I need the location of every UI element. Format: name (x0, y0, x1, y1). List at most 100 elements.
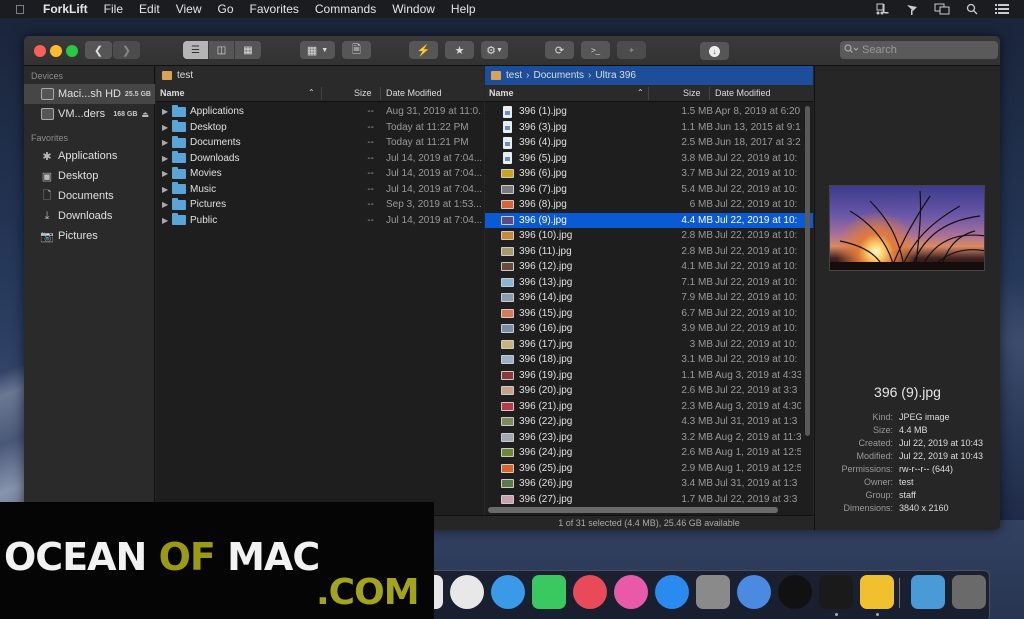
disclosure-triangle-icon[interactable]: ▶ (162, 216, 168, 225)
new-file-button[interactable]: 🗎 (342, 41, 371, 59)
transfers-button[interactable]: ↓ (700, 42, 729, 60)
menu-edit[interactable]: Edit (139, 2, 160, 16)
icon-view-button[interactable]: ▦ (235, 41, 261, 59)
screen-mirroring-icon[interactable] (934, 3, 950, 15)
transmit-app-dock-icon[interactable] (778, 575, 812, 609)
table-row[interactable]: 396 (22).jpg 4.3 MB Jul 31, 2019 at 1:3 (485, 414, 813, 430)
close-window-button[interactable] (34, 45, 46, 57)
disclosure-triangle-icon[interactable]: ▶ (162, 185, 168, 194)
size-column-header[interactable]: Size (354, 88, 372, 98)
group-by-button[interactable]: ▦ ▼ (300, 41, 335, 59)
disclosure-triangle-icon[interactable]: ▶ (162, 200, 168, 209)
zoom-window-button[interactable] (66, 45, 78, 57)
sidebar-device-vm-folders[interactable]: VM...ders 168 GB ⏏ (24, 104, 155, 124)
table-row[interactable]: 396 (6).jpg 3.7 MB Jul 22, 2019 at 10: (485, 166, 813, 182)
path-segment[interactable]: test (506, 70, 522, 81)
table-row[interactable]: 396 (5).jpg 3.8 MB Jul 22, 2019 at 10: (485, 151, 813, 167)
favorites-button[interactable]: ★ (445, 41, 474, 59)
path-segment[interactable]: Documents (533, 70, 584, 81)
table-row[interactable]: 396 (27).jpg 1.7 MB Jul 22, 2019 at 3:3 (485, 492, 813, 508)
table-row[interactable]: ▶ Desktop -- Today at 11:22 PM (156, 120, 484, 136)
trash-dock-icon[interactable] (952, 575, 986, 609)
menu-help[interactable]: Help (451, 2, 476, 16)
path-segment[interactable]: test (177, 70, 193, 81)
sidebar-item-desktop[interactable]: ▣ Desktop (24, 166, 155, 186)
table-row[interactable]: 396 (14).jpg 7.9 MB Jul 22, 2019 at 10: (485, 290, 813, 306)
menu-commands[interactable]: Commands (315, 2, 376, 16)
sidebar-item-applications[interactable]: ✱ Applications (24, 146, 155, 166)
system-preferences-dock-icon[interactable] (696, 575, 730, 609)
table-row[interactable]: 396 (16).jpg 3.9 MB Jul 22, 2019 at 10: (485, 321, 813, 337)
quick-open-button[interactable]: ⚡ (409, 41, 438, 59)
table-row[interactable]: ▶ Public -- Jul 14, 2019 at 7:04... (156, 213, 484, 229)
table-row[interactable]: 396 (21).jpg 2.3 MB Aug 3, 2019 at 4:30 (485, 399, 813, 415)
terminal-button[interactable]: >_ (581, 41, 610, 59)
sidebar-device-macintosh-hd[interactable]: Maci...sh HD 25.5 GB (24, 84, 155, 104)
table-row[interactable]: 396 (15).jpg 6.7 MB Jul 22, 2019 at 10: (485, 306, 813, 322)
table-row[interactable]: 396 (9).jpg 4.4 MB Jul 22, 2019 at 10: (485, 212, 813, 228)
forward-button[interactable]: ❯ (113, 41, 140, 59)
table-row[interactable]: ▶ Music -- Jul 14, 2019 at 7:04... (156, 182, 484, 198)
satellite-dish-icon[interactable] (904, 3, 920, 15)
table-row[interactable]: ▶ Movies -- Jul 14, 2019 at 7:04... (156, 166, 484, 182)
menu-app-name[interactable]: ForkLift (43, 2, 88, 16)
right-horizontal-scrollbar[interactable] (488, 507, 778, 513)
list-view-button[interactable]: ☰ (183, 41, 209, 59)
spotlight-search-icon[interactable] (964, 3, 980, 15)
table-row[interactable]: 396 (7).jpg 5.4 MB Jul 22, 2019 at 10: (485, 182, 813, 198)
right-vertical-scrollbar[interactable] (805, 106, 810, 436)
table-row[interactable]: 396 (3).jpg 1.1 MB Jun 13, 2015 at 9:1 (485, 120, 813, 136)
disclosure-triangle-icon[interactable]: ▶ (162, 154, 168, 163)
table-row[interactable]: 396 (17).jpg 3 MB Jul 22, 2019 at 10: (485, 337, 813, 353)
menu-view[interactable]: View (176, 2, 202, 16)
disclosure-triangle-icon[interactable]: ▶ (162, 169, 168, 178)
apple-menu-icon[interactable]:  (15, 2, 29, 17)
migration-app-dock-icon[interactable] (737, 575, 771, 609)
itunes-dock-icon[interactable] (614, 575, 648, 609)
forklift-icon[interactable] (874, 3, 890, 15)
menu-window[interactable]: Window (392, 2, 435, 16)
app-store-dock-icon[interactable] (655, 575, 689, 609)
size-column-header[interactable]: Size (683, 88, 701, 98)
photos-dock-icon[interactable] (450, 575, 484, 609)
table-row[interactable]: 396 (10).jpg 2.8 MB Jul 22, 2019 at 10: (485, 228, 813, 244)
forklift-dock-icon[interactable] (860, 575, 894, 609)
table-row[interactable]: 396 (8).jpg 6 MB Jul 22, 2019 at 10: (485, 197, 813, 213)
menu-favorites[interactable]: Favorites (250, 2, 299, 16)
table-row[interactable]: ▶ Documents -- Today at 11:21 PM (156, 135, 484, 151)
minimize-window-button[interactable] (50, 45, 62, 57)
date-column-header[interactable]: Date Modified (715, 88, 771, 98)
eject-icon[interactable]: ⏏ (141, 110, 149, 119)
news-dock-icon[interactable] (573, 575, 607, 609)
sidebar-item-documents[interactable]: 🗋 Documents (24, 186, 155, 206)
downloads-stack-dock-icon[interactable] (911, 575, 945, 609)
sidebar-item-downloads[interactable]: ⤓ Downloads (24, 206, 155, 226)
menu-go[interactable]: Go (218, 2, 234, 16)
table-row[interactable]: 396 (4).jpg 2.5 MB Jun 18, 2017 at 3:2 (485, 135, 813, 151)
table-row[interactable]: 396 (11).jpg 2.8 MB Jul 22, 2019 at 10: (485, 244, 813, 260)
date-column-header[interactable]: Date Modified (386, 88, 442, 98)
disclosure-triangle-icon[interactable]: ▶ (162, 138, 168, 147)
table-row[interactable]: 396 (24).jpg 2.6 MB Aug 1, 2019 at 12:5 (485, 445, 813, 461)
column-view-button[interactable]: ◫ (209, 41, 235, 59)
table-row[interactable]: ▶ Downloads -- Jul 14, 2019 at 7:04... (156, 151, 484, 167)
sync-button[interactable]: ⟳ (545, 41, 574, 59)
disclosure-triangle-icon[interactable]: ▶ (162, 123, 168, 132)
back-button[interactable]: ❮ (85, 41, 112, 59)
notification-center-icon[interactable] (994, 3, 1010, 15)
menu-file[interactable]: File (104, 2, 123, 16)
actions-button[interactable]: ⚙ ▼ (481, 41, 508, 59)
terminal-dock-icon[interactable] (819, 575, 853, 609)
facetime-dock-icon[interactable] (532, 575, 566, 609)
name-column-header[interactable]: Name (489, 88, 514, 98)
table-row[interactable]: ▶ Pictures -- Sep 3, 2019 at 1:53... (156, 197, 484, 213)
messages-dock-icon[interactable] (491, 575, 525, 609)
search-field[interactable]: Search (840, 41, 998, 59)
table-row[interactable]: 396 (13).jpg 7.1 MB Jul 22, 2019 at 10: (485, 275, 813, 291)
table-row[interactable]: 396 (19).jpg 1.1 MB Aug 3, 2019 at 4:33 (485, 368, 813, 384)
table-row[interactable]: 396 (20).jpg 2.6 MB Jul 22, 2019 at 3:3 (485, 383, 813, 399)
table-row[interactable]: 396 (25).jpg 2.9 MB Aug 1, 2019 at 12:5 (485, 461, 813, 477)
disclosure-triangle-icon[interactable]: ▶ (162, 107, 168, 116)
table-row[interactable]: ▶ Applications -- Aug 31, 2019 at 11:0..… (156, 104, 484, 120)
table-row[interactable]: 396 (23).jpg 3.2 MB Aug 2, 2019 at 11:3 (485, 430, 813, 446)
